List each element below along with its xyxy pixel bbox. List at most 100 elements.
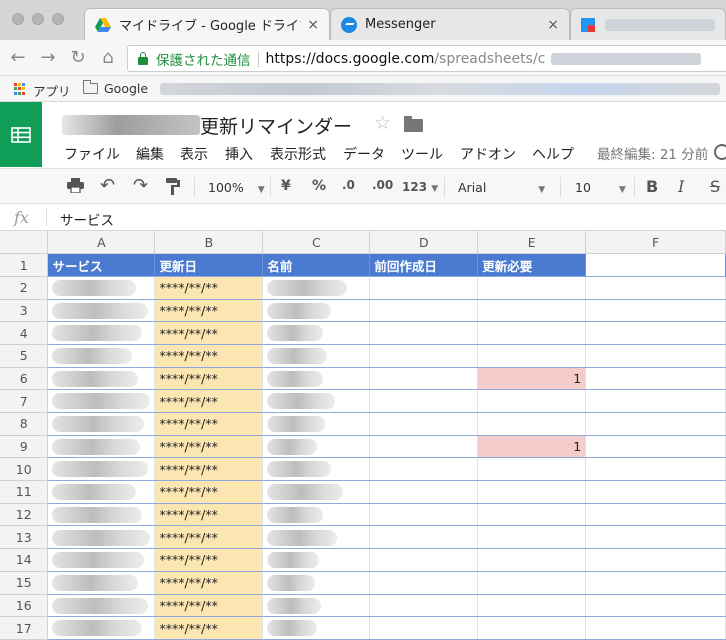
update-date-cell[interactable]: ****/**/** [154, 548, 264, 572]
row-header[interactable]: 14 [0, 548, 49, 572]
update-required-cell[interactable] [477, 503, 587, 527]
last-created-cell[interactable] [369, 344, 479, 368]
update-date-cell[interactable]: ****/**/** [154, 594, 264, 618]
menu-addons[interactable]: アドオン [460, 144, 516, 164]
row-header[interactable]: 11 [0, 480, 49, 504]
name-cell[interactable] [262, 412, 371, 436]
reload-icon[interactable]: ↻ [68, 47, 88, 68]
row-header[interactable]: 16 [0, 594, 49, 618]
tab-google-drive[interactable]: マイドライブ - Google ドライブ × [84, 8, 330, 40]
history-icon[interactable] [714, 144, 726, 160]
column-header-a[interactable]: A [47, 231, 156, 255]
update-required-cell[interactable] [477, 299, 587, 323]
name-cell[interactable] [262, 435, 371, 459]
update-date-cell[interactable]: ****/**/** [154, 321, 264, 345]
menu-data[interactable]: データ [343, 144, 385, 164]
update-required-cell[interactable] [477, 571, 587, 595]
update-date-cell[interactable]: ****/**/** [154, 389, 264, 413]
update-date-cell[interactable]: ****/**/** [154, 435, 264, 459]
update-required-cell[interactable] [477, 276, 587, 300]
menu-tools[interactable]: ツール [401, 144, 443, 164]
name-cell[interactable] [262, 616, 371, 640]
back-icon[interactable]: ← [8, 47, 28, 68]
service-cell[interactable] [47, 457, 156, 482]
last-created-cell[interactable] [369, 525, 479, 550]
header-cell-update-date[interactable]: 更新日 [154, 253, 264, 277]
menu-file[interactable]: ファイル [64, 144, 120, 164]
name-cell[interactable] [262, 548, 371, 572]
update-required-cell[interactable] [477, 344, 587, 368]
bookmark-google[interactable]: Google [104, 81, 148, 96]
paint-format-icon[interactable] [166, 178, 180, 199]
grid-cell[interactable] [585, 412, 726, 436]
last-created-cell[interactable] [369, 571, 479, 595]
grid-cell[interactable] [585, 480, 726, 504]
update-required-cell[interactable] [477, 480, 587, 504]
name-cell[interactable] [262, 571, 371, 595]
name-cell[interactable] [262, 594, 371, 618]
menu-edit[interactable]: 編集 [136, 144, 164, 164]
percent-format-button[interactable]: % [312, 178, 326, 194]
service-cell[interactable] [47, 299, 156, 323]
grid-cell[interactable] [585, 367, 726, 391]
update-required-cell[interactable] [477, 616, 587, 640]
undo-icon[interactable]: ↶ [100, 175, 115, 196]
grid-cell[interactable] [585, 616, 726, 640]
column-header-d[interactable]: D [369, 231, 479, 255]
grid-cell[interactable] [585, 548, 726, 572]
last-created-cell[interactable] [369, 457, 479, 482]
grid-cell[interactable] [585, 594, 726, 618]
print-icon[interactable] [67, 178, 84, 197]
last-created-cell[interactable] [369, 367, 479, 391]
italic-button[interactable]: I [678, 177, 684, 196]
update-date-cell[interactable]: ****/**/** [154, 571, 264, 595]
name-cell[interactable] [262, 389, 371, 413]
row-header[interactable]: 10 [0, 457, 49, 482]
row-header[interactable]: 17 [0, 616, 49, 640]
last-created-cell[interactable] [369, 548, 479, 572]
update-required-cell[interactable] [477, 525, 587, 550]
row-header[interactable]: 4 [0, 321, 49, 345]
name-cell[interactable] [262, 367, 371, 391]
update-required-cell[interactable] [477, 412, 587, 436]
row-header[interactable]: 5 [0, 344, 49, 368]
close-icon[interactable]: × [547, 17, 559, 33]
update-date-cell[interactable]: ****/**/** [154, 344, 264, 368]
row-header[interactable]: 7 [0, 389, 49, 413]
forward-icon[interactable]: → [38, 47, 58, 68]
apps-grid-icon[interactable] [14, 83, 26, 95]
bold-button[interactable]: B [646, 177, 658, 196]
star-icon[interactable]: ☆ [374, 112, 391, 134]
row-header[interactable]: 8 [0, 412, 49, 436]
grid-cell[interactable] [585, 525, 726, 550]
window-minimize-button[interactable] [32, 13, 44, 25]
row-header[interactable]: 9 [0, 435, 49, 459]
row-header[interactable]: 1 [0, 253, 49, 277]
row-header[interactable]: 3 [0, 299, 49, 323]
grid-cell[interactable] [585, 503, 726, 527]
update-date-cell[interactable]: ****/**/** [154, 616, 264, 640]
last-created-cell[interactable] [369, 480, 479, 504]
service-cell[interactable] [47, 594, 156, 618]
menu-view[interactable]: 表示 [180, 144, 208, 164]
move-to-folder-icon[interactable] [404, 116, 423, 132]
row-header[interactable]: 6 [0, 367, 49, 391]
grid-cell[interactable] [585, 253, 726, 277]
update-date-cell[interactable]: ****/**/** [154, 503, 264, 527]
row-header[interactable]: 12 [0, 503, 49, 527]
menu-help[interactable]: ヘルプ [532, 144, 574, 164]
service-cell[interactable] [47, 276, 156, 300]
update-required-cell[interactable] [477, 548, 587, 572]
update-required-cell[interactable] [477, 457, 587, 482]
name-cell[interactable] [262, 299, 371, 323]
name-cell[interactable] [262, 525, 371, 550]
select-all-corner[interactable] [0, 231, 49, 255]
increase-decimal-button[interactable]: .00 [372, 178, 393, 192]
grid-cell[interactable] [585, 571, 726, 595]
currency-format-button[interactable]: ¥ [281, 178, 291, 194]
row-header[interactable]: 15 [0, 571, 49, 595]
service-cell[interactable] [47, 367, 156, 391]
update-required-cell[interactable] [477, 321, 587, 345]
update-required-cell[interactable]: 1 [477, 367, 587, 391]
document-title[interactable]: 更新リマインダー [200, 112, 352, 139]
